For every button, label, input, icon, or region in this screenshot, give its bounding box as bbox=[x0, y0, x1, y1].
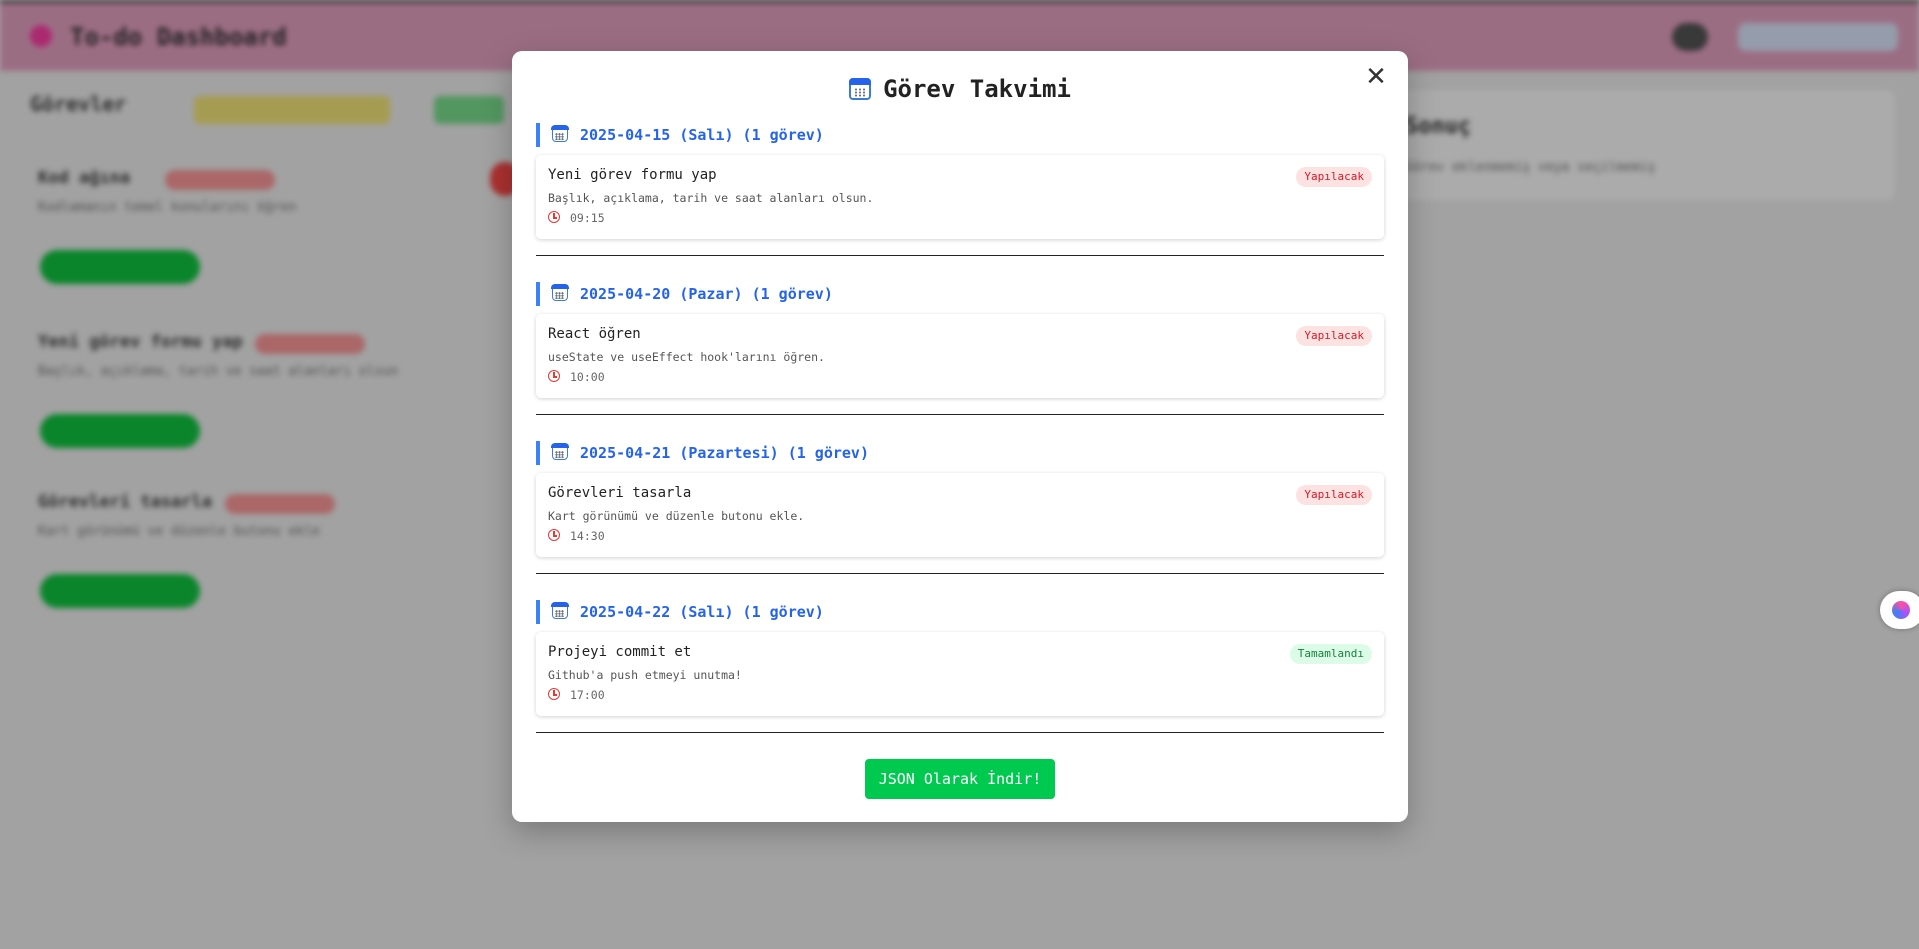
task-time: 10:00 bbox=[570, 370, 605, 384]
task-title: Projeyi commit et bbox=[548, 644, 692, 660]
task-description: Github'a push etmeyi unutma! bbox=[548, 668, 742, 682]
task-time-row: 10:00 bbox=[548, 370, 605, 384]
task-title: Görevleri tasarla bbox=[548, 485, 692, 501]
calendar-icon bbox=[551, 602, 569, 619]
status-badge: Yapılacak bbox=[1296, 485, 1372, 505]
task-card[interactable]: Görevleri tasarla Yapılacak Kart görünüm… bbox=[536, 473, 1384, 557]
assistant-fab[interactable] bbox=[1880, 591, 1919, 629]
task-time: 09:15 bbox=[570, 211, 605, 225]
alarm-clock-icon bbox=[548, 688, 560, 700]
calendar-icon bbox=[551, 443, 569, 460]
date-group-label: 2025-04-20 (Pazar) (1 görev) bbox=[580, 285, 833, 303]
modal-title-row: Görev Takvimi bbox=[512, 75, 1408, 103]
task-time: 17:00 bbox=[570, 688, 605, 702]
task-time: 14:30 bbox=[570, 529, 605, 543]
task-card[interactable]: Projeyi commit et Tamamlandı Github'a pu… bbox=[536, 632, 1384, 716]
calendar-icon bbox=[551, 125, 569, 142]
group-divider bbox=[536, 573, 1384, 574]
download-json-button[interactable]: JSON Olarak İndir! bbox=[865, 759, 1055, 799]
task-card[interactable]: Yeni görev formu yap Yapılacak Başlık, a… bbox=[536, 155, 1384, 239]
task-description: useState ve useEffect hook'larını öğren. bbox=[548, 350, 825, 364]
alarm-clock-icon bbox=[548, 370, 560, 382]
group-divider bbox=[536, 414, 1384, 415]
date-group-header: 2025-04-21 (Pazartesi) (1 görev) bbox=[536, 441, 1376, 465]
calendar-icon bbox=[551, 284, 569, 301]
group-divider bbox=[536, 732, 1384, 733]
task-description: Kart görünümü ve düzenle butonu ekle. bbox=[548, 509, 805, 523]
task-time-row: 09:15 bbox=[548, 211, 605, 225]
date-group-label: 2025-04-21 (Pazartesi) (1 görev) bbox=[580, 444, 869, 462]
group-divider bbox=[536, 255, 1384, 256]
task-title: React öğren bbox=[548, 326, 641, 342]
task-time-row: 17:00 bbox=[548, 688, 605, 702]
status-badge: Yapılacak bbox=[1296, 167, 1372, 187]
date-group-header: 2025-04-20 (Pazar) (1 görev) bbox=[536, 282, 1376, 306]
task-card[interactable]: React öğren Yapılacak useState ve useEff… bbox=[536, 314, 1384, 398]
modal-title: Görev Takvimi bbox=[883, 75, 1071, 103]
brain-icon bbox=[1892, 601, 1910, 619]
calendar-modal: ✕ Görev Takvimi 2025-04-15 (Salı) (1 gör… bbox=[512, 51, 1408, 822]
alarm-clock-icon bbox=[548, 529, 560, 541]
status-badge: Yapılacak bbox=[1296, 326, 1372, 346]
alarm-clock-icon bbox=[548, 211, 560, 223]
task-time-row: 14:30 bbox=[548, 529, 605, 543]
task-title: Yeni görev formu yap bbox=[548, 167, 717, 183]
date-group-label: 2025-04-15 (Salı) (1 görev) bbox=[580, 126, 824, 144]
status-badge: Tamamlandı bbox=[1289, 644, 1372, 664]
date-group-header: 2025-04-15 (Salı) (1 görev) bbox=[536, 123, 1376, 147]
task-description: Başlık, açıklama, tarih ve saat alanları… bbox=[548, 191, 874, 205]
date-group-header: 2025-04-22 (Salı) (1 görev) bbox=[536, 600, 1376, 624]
date-group-label: 2025-04-22 (Salı) (1 görev) bbox=[580, 603, 824, 621]
calendar-icon bbox=[849, 78, 872, 100]
